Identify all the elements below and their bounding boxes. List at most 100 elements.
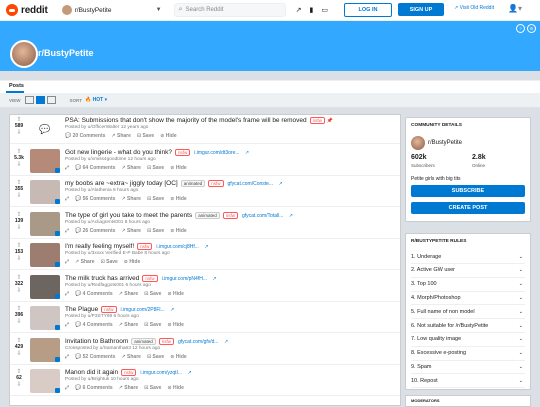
share-button[interactable]: ↗ Share xyxy=(121,196,141,202)
rule-item[interactable]: 6. Not suitable for /r/BustyPetite ⌄ xyxy=(411,319,525,333)
save-button[interactable]: ⊡ Save xyxy=(144,322,161,328)
hide-button[interactable]: ⊘ Hide xyxy=(170,228,186,234)
comments-button[interactable]: 💬 64 Comments xyxy=(75,165,115,171)
comments-button[interactable]: 💬 6 Comments xyxy=(75,385,113,391)
post-row[interactable]: ⇧ 139 ⇩ The type of girl you take to meet t… xyxy=(10,210,400,239)
subscribe-button[interactable]: SUBSCRIBE xyxy=(411,185,525,197)
save-button[interactable]: ⊡ Save xyxy=(147,228,164,234)
share-button[interactable]: ↗ Share xyxy=(121,228,141,234)
share-button[interactable]: ↗ Share xyxy=(119,322,139,328)
tab-posts[interactable]: Posts xyxy=(9,83,24,89)
expand-icon[interactable]: ⤢ xyxy=(65,354,69,360)
hide-button[interactable]: ⊘ Hide xyxy=(167,322,183,328)
video-icon[interactable]: ▭ xyxy=(321,6,328,14)
comments-button[interactable]: 💬 4 Comments xyxy=(75,322,113,328)
domain-link[interactable]: i.imgur.com/2P8Fl... xyxy=(121,307,165,313)
downvote-icon[interactable]: ⇩ xyxy=(10,382,28,388)
reddit-logo[interactable]: reddit xyxy=(6,4,48,16)
rule-item[interactable]: 7. Low quality image ⌄ xyxy=(411,333,525,347)
hide-button[interactable]: ⊘ Hide xyxy=(170,354,186,360)
post-row[interactable]: ⇧ 153 ⇩ I'm really feeling myself! nsfw i.img… xyxy=(10,241,400,270)
post-thumbnail[interactable] xyxy=(30,306,60,330)
trending-icon[interactable]: ↗ xyxy=(296,6,302,14)
downvote-icon[interactable]: ⇩ xyxy=(10,319,28,325)
expand-icon[interactable]: ⤢ xyxy=(65,322,69,328)
post-thumbnail[interactable] xyxy=(30,180,60,204)
post-thumbnail[interactable] xyxy=(30,211,60,236)
post-row[interactable]: ⇧ 5.3k ⇩ Got new lingerie - what do you thi… xyxy=(10,147,400,176)
expand-icon[interactable]: ⤢ xyxy=(65,385,69,391)
share-button[interactable]: ↗ Share xyxy=(119,385,139,391)
post-thumbnail[interactable] xyxy=(30,337,60,362)
comments-button[interactable]: 💬 20 Comments xyxy=(65,133,105,139)
post-thumbnail[interactable] xyxy=(30,148,60,173)
subreddit-selector[interactable]: r/BustyPetite ▼ xyxy=(61,3,162,17)
post-title[interactable]: PSA: Submissions that don't show the maj… xyxy=(65,117,333,124)
signup-button[interactable]: SIGN UP xyxy=(398,3,444,16)
post-title[interactable]: my boobs are ~extra~ jiggly today [OC] an… xyxy=(65,180,283,187)
domain-link[interactable]: i.imgur.com/dt3ore... xyxy=(194,150,239,156)
rule-item[interactable]: 3. Top 100 ⌄ xyxy=(411,278,525,292)
post-row[interactable]: ⇧ 589 ⇩ 💬 PSA: Submissions that don't show… xyxy=(10,115,400,144)
domain-link[interactable]: i.imgur.com/pN4fH... xyxy=(162,276,207,282)
downvote-icon[interactable]: ⇩ xyxy=(10,288,28,294)
post-thumbnail[interactable] xyxy=(30,274,60,299)
save-button[interactable]: ⊡ Save xyxy=(137,133,154,139)
comments-button[interactable]: 💬 56 Comments xyxy=(75,196,115,202)
post-title[interactable]: The milk truck has arrived nsfw i.imgur.co… xyxy=(65,274,217,282)
post-row[interactable]: ⇧ 396 ⇩ The Plague nsfw i.imgur.com/2P8Fl... … xyxy=(10,304,400,333)
downvote-icon[interactable]: ⇩ xyxy=(10,225,28,231)
domain-link[interactable]: gfycat.com/Conste... xyxy=(228,181,274,187)
chart-icon[interactable]: ▮ xyxy=(309,6,313,14)
expand-icon[interactable]: ⤢ xyxy=(65,291,69,297)
downvote-icon[interactable]: ⇩ xyxy=(10,162,28,168)
user-menu-icon[interactable]: 👤▾ xyxy=(508,4,522,13)
old-reddit-link[interactable]: ↗ Visit Old Reddit xyxy=(454,5,494,11)
post-title[interactable]: Manon did it again nsfw i.imgur.com/yzqtI.… xyxy=(65,369,192,376)
domain-link[interactable]: i.imgur.com/yzqtI... xyxy=(140,370,182,376)
post-title[interactable]: I'm really feeling myself! nsfw i.imgur.co… xyxy=(65,243,209,250)
create-post-button[interactable]: CREATE POST xyxy=(411,202,525,214)
save-button[interactable]: ⊡ Save xyxy=(144,385,161,391)
rule-item[interactable]: 2. Active GW user ⌄ xyxy=(411,264,525,278)
help-icon[interactable]: ? xyxy=(516,24,525,33)
share-button[interactable]: ↗ Share xyxy=(75,259,95,265)
rule-item[interactable]: 5. Full name of non model ⌄ xyxy=(411,305,525,320)
rule-item[interactable]: 4. Morph/Photoshop ⌄ xyxy=(411,291,525,306)
view-card-button[interactable] xyxy=(24,96,34,104)
expand-icon[interactable]: ⤢ xyxy=(65,165,69,171)
save-button[interactable]: ⊡ Save xyxy=(147,354,164,360)
post-title[interactable]: Got new lingerie - what do you think? nsf… xyxy=(65,148,249,156)
expand-icon[interactable]: ⤢ xyxy=(65,196,69,202)
hide-button[interactable]: ⊘ Hide xyxy=(167,385,183,391)
hide-button[interactable]: ⊘ Hide xyxy=(160,133,176,139)
settings-icon[interactable]: ⚙ xyxy=(527,24,536,33)
downvote-icon[interactable]: ⇩ xyxy=(10,256,28,262)
post-title[interactable]: The Plague nsfw i.imgur.com/2P8Fl... ↗ xyxy=(65,306,174,313)
expand-icon[interactable]: ⤢ xyxy=(65,228,69,234)
post-title[interactable]: Invitation to Bathroom animated nsfw gfycat… xyxy=(65,337,228,345)
save-button[interactable]: ⊡ Save xyxy=(147,196,164,202)
expand-icon[interactable]: ⤢ xyxy=(65,259,69,265)
share-button[interactable]: ↗ Share xyxy=(121,165,141,171)
share-button[interactable]: ↗ Share xyxy=(111,133,131,139)
hide-button[interactable]: ⊘ Hide xyxy=(170,196,186,202)
comments-button[interactable]: 💬 52 Comments xyxy=(75,354,115,360)
share-button[interactable]: ↗ Share xyxy=(119,291,139,297)
downvote-icon[interactable]: ⇩ xyxy=(10,193,28,199)
post-thumbnail[interactable] xyxy=(30,243,60,267)
view-compact-button[interactable] xyxy=(46,96,56,104)
search-input[interactable]: ⌕ Search Reddit xyxy=(173,3,286,17)
post-title[interactable]: The type of girl you take to meet the pa… xyxy=(65,211,293,219)
rule-item[interactable]: 10. Repost ⌄ xyxy=(411,374,525,389)
downvote-icon[interactable]: ⇩ xyxy=(10,351,28,357)
rule-item[interactable]: 8. Excessive e-posting ⌄ xyxy=(411,347,525,361)
hide-button[interactable]: ⊘ Hide xyxy=(124,259,140,265)
view-classic-button[interactable] xyxy=(35,96,45,104)
domain-link[interactable]: gfycat.com/Totall... xyxy=(242,213,283,219)
post-row[interactable]: ⇧ 322 ⇩ The milk truck has arrived nsfw i.img… xyxy=(10,273,400,302)
post-row[interactable]: ⇧ 355 ⇩ my boobs are ~extra~ jiggly today [… xyxy=(10,178,400,207)
sort-hot-button[interactable]: 🔥 HOT ▾ xyxy=(85,97,107,103)
share-button[interactable]: ↗ Share xyxy=(121,354,141,360)
comments-button[interactable]: 💬 26 Comments xyxy=(75,228,115,234)
